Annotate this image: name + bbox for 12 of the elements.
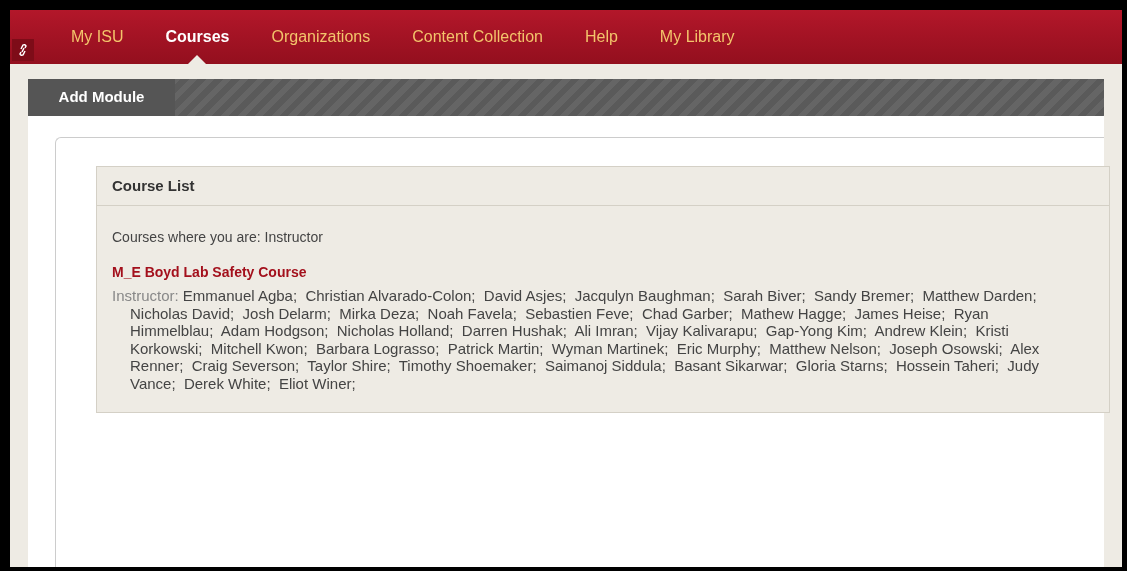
nav-tab[interactable]: Help	[563, 10, 639, 64]
nav-tab[interactable]: Courses	[144, 10, 251, 64]
course-link[interactable]: M_E Boyd Lab Safety Course	[112, 262, 307, 283]
link-icon[interactable]	[12, 39, 34, 61]
nav-tab[interactable]: My ISU	[50, 10, 145, 64]
nav-tab[interactable]: Organizations	[250, 10, 392, 64]
module-title: Course List	[112, 175, 195, 196]
instructor-list: Instructor: Emmanuel Agba; Christian Alvarado-Colon; David Asjes; Jacqulyn Baughman; Sarah Biver; Sandy Bremer; Matthew Darden; Nicholas David; Josh Delarm; Mirka Deza; Noah Favela; Sebastien Feve; Chad Garber; Mathew Hagge; James Heise; Ryan Himmelblau; Adam Hodgson; Nicholas Holland; Darren Hushak; Ali Imran; Vijay Kalivarapu; Gap-Yong Kim; Andrew Klein; Kristi Korkowski; Mitchell Kwon; Barbara Lograsso; Patrick Martin; Wyman Martinek; Eric Murphy; Matthew Nelson; Joseph Osowski; Alex Renner; Craig Severson; Taylor Shire; Timothy Shoemaker; Saimanoj Siddula; Basant Sikarwar; Gloria Starns; Hossein Taheri; Judy Vance; Derek White; Eliot Winer;	[112, 287, 1057, 392]
nav-tab[interactable]: Content Collection	[391, 10, 564, 64]
role-line: Courses where you are: Instructor	[112, 228, 324, 247]
add-module-button[interactable]: Add Module	[28, 79, 175, 116]
nav-tab[interactable]: My Library	[638, 10, 756, 64]
